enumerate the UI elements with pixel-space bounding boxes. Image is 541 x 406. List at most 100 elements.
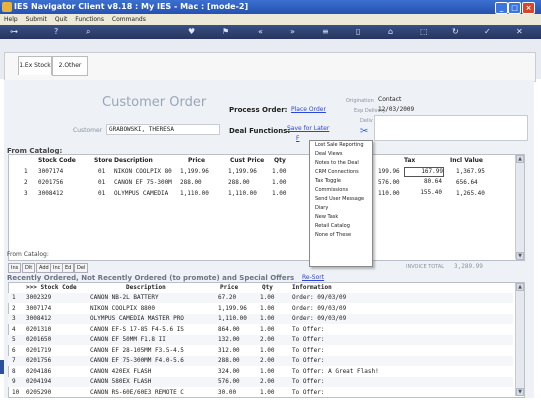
dlt-button[interactable]: Dlt <box>22 263 36 273</box>
table-row[interactable]: 2 0201756 01 CANON EF 75-300M 288.00 288.00 1.… <box>8 177 513 188</box>
heart-icon[interactable]: ♥ <box>188 28 195 36</box>
stock-code-cell: 3007174 <box>26 304 52 312</box>
chevron-left-icon[interactable]: « <box>258 28 263 36</box>
list-item[interactable]: 5 0201650 CANON EF 50MM F1.8 II 132.00 2.00 T… <box>8 335 513 345</box>
list-item[interactable]: 4 0201310 CANON EF-S 17-85 F4-5.6 IS 864.00… <box>8 325 513 335</box>
close-icon[interactable]: ✕ <box>516 28 523 36</box>
store-cell: 01 <box>98 168 106 175</box>
table-row[interactable]: 3 3008412 01 OLYMPUS CAMEDIA 1,110.00 1,110.0… <box>8 188 513 199</box>
col-store[interactable]: Store <box>94 155 112 166</box>
refresh-icon[interactable]: ↻ <box>452 28 459 36</box>
col-recent-stock-code[interactable]: >>> Stock Code <box>26 282 77 293</box>
menu-item-lost-sale-reporting[interactable]: Lost Sale Reporting <box>310 141 372 150</box>
check-icon[interactable]: ✓ <box>484 28 491 36</box>
menu-help[interactable]: Help <box>4 16 18 23</box>
deliv-instr-field[interactable] <box>374 115 528 141</box>
recent-scroll-up-icon[interactable]: ▲ <box>516 283 524 291</box>
col-stock-code[interactable]: Stock Code <box>38 155 76 166</box>
col-recent-qty[interactable]: Qty <box>262 282 273 293</box>
list-item[interactable]: 8 0204186 CANON 420EX FLASH 324.00 1.00 To Of… <box>8 367 513 377</box>
customer-field[interactable]: GRABOWSKI, THERESA <box>106 124 220 135</box>
menu-quit[interactable]: Quit <box>55 16 68 23</box>
key-icon[interactable]: ⊶ <box>10 28 18 36</box>
from-catalog-label-2: From Catalog: <box>7 251 49 258</box>
close-icon[interactable]: × <box>522 2 535 14</box>
scroll-up-icon[interactable]: ▲ <box>516 155 524 163</box>
menu-item-crm-connections[interactable]: CRM Connections <box>310 168 372 177</box>
list-item[interactable]: 7 0201756 CANON EF 75-300MM F4.0-5.6 288.00… <box>8 356 513 366</box>
tax-cell[interactable]: 80.64 <box>404 178 442 186</box>
incl-value-cell: 1,367.95 <box>456 168 485 175</box>
price-cell: 1,199.96 <box>180 168 209 175</box>
col-description[interactable]: Description <box>114 155 153 166</box>
menu-submit[interactable]: Submit <box>26 16 47 23</box>
col-recent-information[interactable]: Information <box>292 282 332 293</box>
place-order-link[interactable]: Place Order <box>291 106 326 113</box>
ins-button[interactable]: Ins <box>8 263 22 273</box>
recent-scroll-down-icon[interactable]: ▼ <box>516 388 524 396</box>
del-button[interactable]: Del <box>74 263 89 273</box>
table-row[interactable]: 1 3007174 01 NIKON COOLPIX 80 1,199.96 1,199.… <box>8 166 513 177</box>
col-tax[interactable]: Tax <box>404 155 415 166</box>
menu-item-send-user-message[interactable]: Send User Message <box>310 195 372 204</box>
tax-cell[interactable]: 155.40 <box>404 189 442 197</box>
chevron-right-icon[interactable]: » <box>290 28 295 36</box>
col-price[interactable]: Price <box>188 155 205 166</box>
scroll-down-icon[interactable]: ▼ <box>516 252 524 260</box>
qty-cell: 1.00 <box>272 190 287 197</box>
menu-item-retail-catalog[interactable]: Retail Catalog <box>310 222 372 231</box>
help-icon[interactable]: ? <box>54 28 58 36</box>
ed-button[interactable]: Ed <box>62 263 75 273</box>
tab-other[interactable]: 2.Other <box>52 56 88 76</box>
catalog-scrollbar[interactable] <box>515 155 524 259</box>
row-number: 7 <box>12 357 16 364</box>
row-number: 10 <box>12 388 20 396</box>
left-edge-strip <box>0 360 4 374</box>
menu-item-new-task[interactable]: New Task <box>310 213 372 222</box>
tax-cell[interactable]: 167.99 <box>404 167 444 177</box>
search-icon[interactable]: ⌕ <box>86 28 90 36</box>
recent-header-row: >>> Stock Code Description Price Qty Inf… <box>8 282 513 293</box>
bookmark-icon[interactable]: ⌂ <box>388 28 393 36</box>
save-for-later-link[interactable]: Save for Later <box>287 125 329 132</box>
list-item[interactable]: 6 0201719 CANON EF 28-105MM F3.5-4.5 312.00… <box>8 346 513 356</box>
list-item[interactable]: 3 3008412 OLYMPUS CAMEDIA MASTER PRO 1,110.… <box>8 314 513 324</box>
col-cust-price[interactable]: Cust Price <box>230 155 264 166</box>
flag-icon[interactable]: ⚑ <box>222 28 229 36</box>
menu-item-none-of-these[interactable]: None of These <box>310 231 372 240</box>
layers-icon[interactable]: ≡ <box>322 28 329 36</box>
stock-code-cell: 3008412 <box>26 315 52 322</box>
menu-item-notes-to-the-deal[interactable]: Notes to the Deal <box>310 159 372 168</box>
resort-link[interactable]: Re-Sort <box>302 274 324 281</box>
recent-scrollbar[interactable] <box>515 283 524 396</box>
tag-icon[interactable]: ⬚ <box>420 28 428 36</box>
menu-item-deal-views[interactable]: Deal Views <box>310 150 372 159</box>
minimize-icon[interactable]: _ <box>495 2 508 14</box>
net-cell: 110.00 <box>378 190 400 197</box>
list-item[interactable]: 10 0205290 CANON RS-60E/60E3 REMOTE C 30.00… <box>8 388 513 398</box>
menu-item-diary[interactable]: Diary <box>310 204 372 213</box>
col-incl-value[interactable]: Incl Value <box>450 155 483 166</box>
exp-delivery-field[interactable]: 12/03/2009 <box>376 105 426 114</box>
menu-commands[interactable]: Commands <box>112 16 146 23</box>
tab-ex-stock[interactable]: 1.Ex Stock <box>18 56 52 75</box>
deal-function-link[interactable]: F <box>296 135 299 142</box>
col-recent-price[interactable]: Price <box>220 282 238 293</box>
document-icon[interactable]: ▯ <box>356 28 360 36</box>
col-qty[interactable]: Qty <box>274 155 286 166</box>
col-recent-description[interactable]: Description <box>126 282 166 293</box>
catalog-header-row: Stock Code Store Description Price Cust … <box>8 155 513 166</box>
price-cell: 1,110.00 <box>180 190 209 197</box>
description-cell: CANON EF 50MM F1.8 II <box>90 336 166 343</box>
list-item[interactable]: 1 3002329 CANON NB-2L BATTERY 67.20 1.00 Orde… <box>8 293 513 303</box>
menu-functions[interactable]: Functions <box>75 16 104 23</box>
qty-cell: 1.00 <box>260 388 275 396</box>
tools-icon[interactable]: ✂ <box>360 126 374 138</box>
list-item[interactable]: 2 3007174 NIKON COOLPIX 8800 1,199.96 1.00 Or… <box>8 304 513 314</box>
list-item[interactable]: 9 0204194 CANON 580EX FLASH 576.00 2.00 To Of… <box>8 377 513 387</box>
maximize-icon[interactable]: □ <box>508 2 521 14</box>
stock-code-cell: 0201756 <box>38 179 64 186</box>
menu-item-tax-toggle[interactable]: Tax Toggle <box>310 177 372 186</box>
price-cell: 324.00 <box>218 367 240 375</box>
menu-item-commissions[interactable]: Commissions <box>310 186 372 195</box>
